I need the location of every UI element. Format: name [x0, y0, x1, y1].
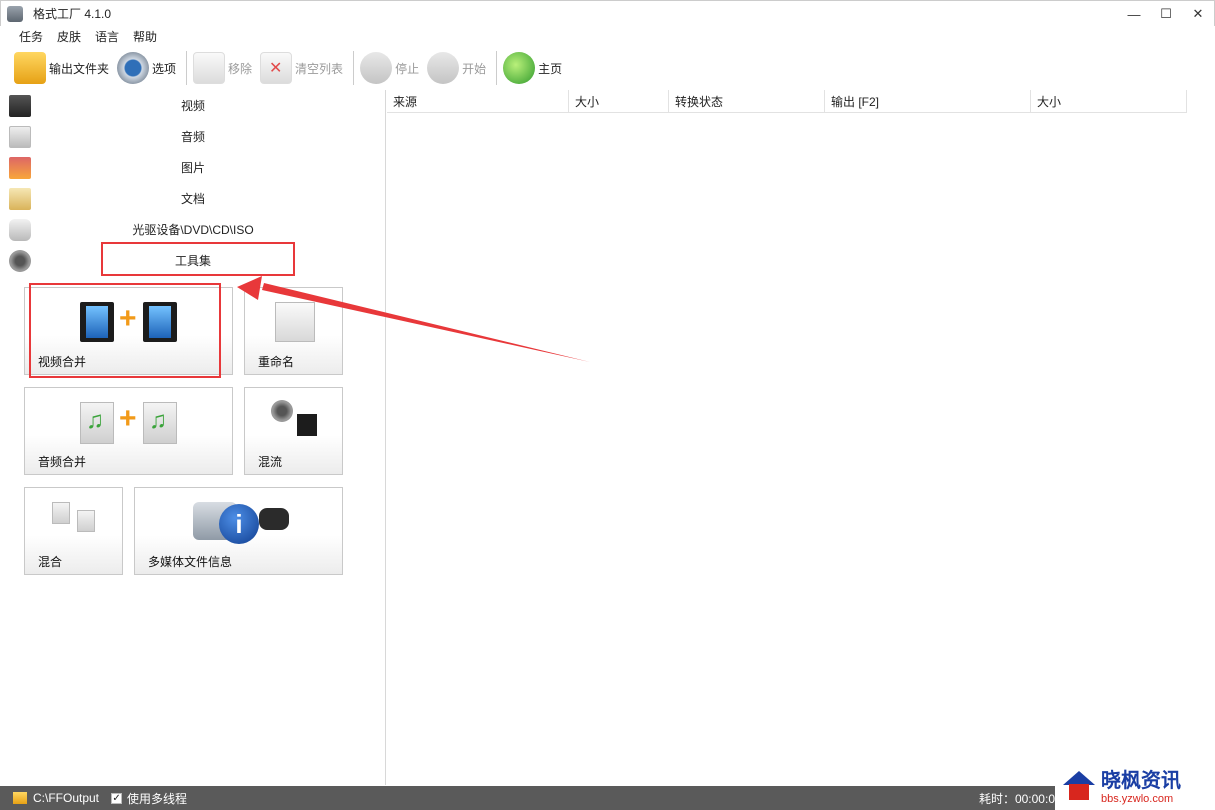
toolbar-separator	[353, 51, 355, 85]
tool-label: 多媒体文件信息	[148, 555, 233, 569]
stop-button[interactable]: 停止	[360, 50, 419, 86]
home-icon	[503, 52, 536, 84]
clear-list-icon	[260, 52, 293, 84]
window-title: 格式工厂 4.1.0	[33, 7, 112, 21]
tool-label: 音频合并	[38, 455, 87, 469]
folder-icon	[13, 792, 27, 804]
task-list: 来源 大小 转换状态 输出 [F2] 大小	[387, 90, 1215, 785]
audio-icon	[9, 125, 31, 148]
output-folder-button[interactable]: 输出文件夹	[14, 50, 109, 86]
folder-icon	[14, 52, 46, 84]
video-icon	[9, 94, 31, 117]
tool-mix[interactable]: 混合	[24, 487, 123, 575]
category-document[interactable]: 文档	[0, 183, 386, 214]
column-source[interactable]: 来源	[387, 90, 569, 113]
menu-task[interactable]: 任务	[19, 28, 43, 45]
category-video[interactable]: 视频	[0, 90, 386, 121]
toolbar-separator	[186, 51, 188, 85]
rename-icon	[275, 302, 315, 342]
stop-label: 停止	[395, 61, 420, 76]
stop-icon	[360, 52, 393, 84]
audio-file-icon	[143, 402, 177, 444]
toolbar-separator	[496, 51, 498, 85]
options-label: 选项	[152, 61, 177, 76]
tool-rename[interactable]: 重命名	[244, 287, 343, 375]
reel-icon	[271, 400, 293, 422]
window-controls: — ☐ ✕	[1118, 1, 1214, 27]
category-label: 文档	[180, 192, 205, 206]
category-label: 视频	[180, 99, 205, 113]
remove-icon	[193, 52, 226, 84]
category-label: 光驱设备\DVD\CD\ISO	[132, 223, 254, 237]
minimize-button[interactable]: —	[1118, 1, 1150, 27]
binoculars-icon	[259, 508, 289, 530]
tool-label: 重命名	[258, 355, 295, 369]
title-bar: 格式工厂 4.1.0 — ☐ ✕	[0, 0, 1215, 26]
watermark-logo: 晓枫资讯 bbs.yzwlo.com	[1055, 758, 1215, 810]
home-button[interactable]: 主页	[503, 50, 562, 86]
column-output[interactable]: 输出 [F2]	[825, 90, 1031, 113]
output-path[interactable]: C:\FFOutput	[33, 791, 99, 805]
column-status[interactable]: 转换状态	[669, 90, 825, 113]
menu-help[interactable]: 帮助	[133, 28, 157, 45]
image-icon	[9, 156, 31, 179]
disc-icon	[9, 218, 31, 241]
tool-media-info[interactable]: i 多媒体文件信息	[134, 487, 343, 575]
menu-skin[interactable]: 皮肤	[57, 28, 81, 45]
status-bar: C:\FFOutput ✓ 使用多线程 耗时：00:00:0	[0, 786, 1215, 810]
options-button[interactable]: 选项	[117, 50, 176, 86]
remove-label: 移除	[228, 61, 253, 76]
multithread-checkbox[interactable]: ✓	[111, 792, 123, 804]
output-folder-label: 输出文件夹	[49, 61, 110, 76]
tool-audio-join[interactable]: + 音频合并	[24, 387, 233, 475]
column-output-size[interactable]: 大小	[1031, 90, 1187, 113]
clear-list-button[interactable]: 清空列表	[260, 50, 343, 86]
options-icon	[117, 52, 150, 84]
tools-icon	[9, 249, 31, 272]
category-image[interactable]: 图片	[0, 152, 386, 183]
toolbar: 输出文件夹 选项 移除 清空列表 停止 开始 主页	[0, 47, 1215, 89]
audio-file-icon	[52, 502, 70, 524]
clear-list-label: 清空列表	[295, 61, 344, 76]
remove-button[interactable]: 移除	[193, 50, 252, 86]
house-logo-icon	[1061, 767, 1097, 801]
watermark-url: bbs.yzwlo.com	[1101, 792, 1174, 805]
tool-label: 混流	[258, 455, 283, 469]
start-icon	[427, 52, 460, 84]
column-size[interactable]: 大小	[569, 90, 669, 113]
highlight-tools-category	[101, 242, 295, 276]
watermark-title: 晓枫资讯	[1101, 769, 1181, 792]
maximize-button[interactable]: ☐	[1150, 1, 1182, 27]
tool-label: 混合	[38, 555, 63, 569]
plus-icon: +	[119, 402, 137, 435]
film-icon	[297, 414, 317, 436]
start-button[interactable]: 开始	[427, 50, 486, 86]
elapsed-time: 耗时：00:00:0	[978, 791, 1055, 806]
category-audio[interactable]: 音频	[0, 121, 386, 152]
document-icon	[9, 187, 31, 210]
tool-mux[interactable]: 混流	[244, 387, 343, 475]
audio-file-icon	[80, 402, 114, 444]
highlight-video-join	[29, 283, 221, 378]
app-icon	[7, 5, 23, 22]
category-label: 图片	[180, 161, 205, 175]
audio-file-icon	[77, 510, 95, 532]
home-label: 主页	[538, 61, 563, 76]
menu-language[interactable]: 语言	[95, 28, 119, 45]
multithread-label: 使用多线程	[127, 791, 188, 806]
menu-bar: 任务 皮肤 语言 帮助	[0, 26, 1215, 46]
info-icon: i	[219, 504, 259, 544]
category-panel: 视频 音频 图片 文档 光驱设备\DVD\CD\ISO 工具集 + 视频合并 重…	[0, 90, 386, 785]
category-label: 音频	[180, 130, 205, 144]
close-button[interactable]: ✕	[1182, 1, 1214, 27]
start-label: 开始	[462, 61, 487, 76]
category-disc[interactable]: 光驱设备\DVD\CD\ISO	[0, 214, 386, 245]
